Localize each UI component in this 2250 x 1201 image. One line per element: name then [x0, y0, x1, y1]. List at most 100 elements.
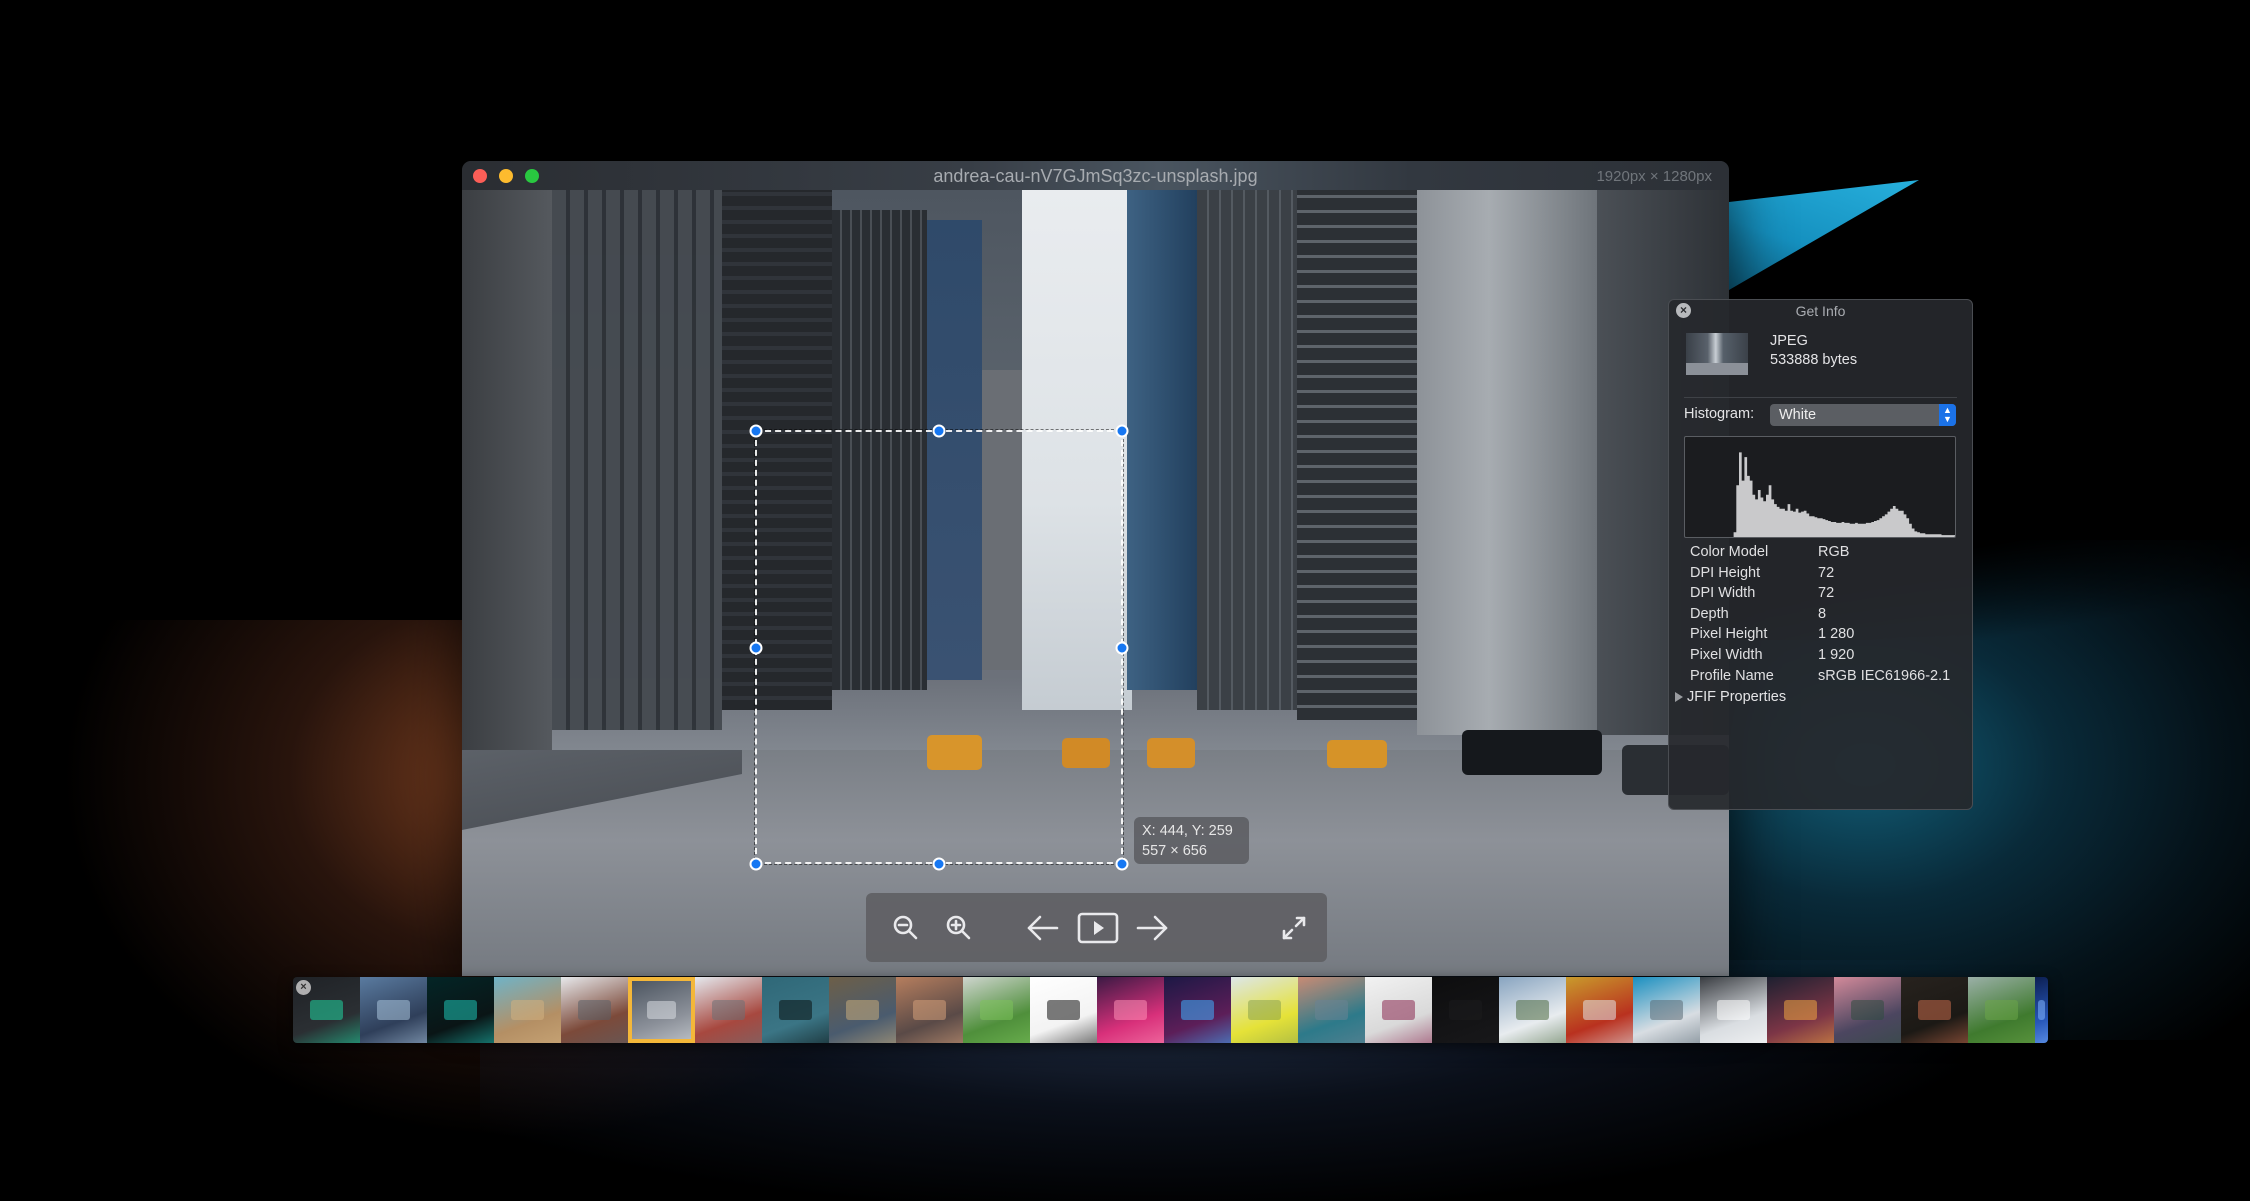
- photo-building: [1197, 190, 1297, 710]
- property-row: Pixel Width 1 920: [1690, 647, 1950, 668]
- thumbnail-detail: [309, 1000, 344, 1020]
- file-size: 533888 bytes: [1770, 352, 1858, 368]
- arrow-right-icon: [1136, 915, 1168, 940]
- thumbnail-black-lines[interactable]: [1030, 977, 1097, 1043]
- properties-table: Color Model RGB DPI Height 72 DPI Width 72 Dep…: [1690, 544, 1950, 688]
- property-value: RGB: [1818, 544, 1850, 560]
- play-icon: [1077, 912, 1119, 943]
- selection-handle-bottom-middle[interactable]: [932, 857, 946, 871]
- thumbnail-detail: [1046, 1000, 1081, 1020]
- property-key: Pixel Width: [1690, 646, 1763, 663]
- image-canvas[interactable]: X: 444, Y: 259 557 × 656: [462, 190, 1729, 976]
- thumbnail-desert-rocks[interactable]: [494, 977, 561, 1043]
- thumbnail-detail: [979, 1000, 1014, 1020]
- previous-image-button[interactable]: [1023, 893, 1063, 962]
- selection-handle-top-middle[interactable]: [932, 424, 946, 438]
- property-row: Color Model RGB: [1690, 544, 1950, 565]
- thumbnail-detail: [912, 1000, 947, 1020]
- thumbnail-detail: [711, 1000, 746, 1020]
- fullscreen-button[interactable]: [1276, 893, 1312, 962]
- photo-building: [1417, 190, 1597, 735]
- window-title: andrea-cau-nV7GJmSq3zc-unsplash.jpg: [933, 166, 1258, 186]
- property-key: Color Model: [1690, 544, 1769, 560]
- selection-info-tooltip: X: 444, Y: 259 557 × 656: [1134, 817, 1249, 864]
- selection-handle-top-right[interactable]: [1115, 424, 1129, 438]
- property-key: DPI Width: [1690, 585, 1756, 602]
- photo-taxi: [1147, 738, 1195, 768]
- selection-rectangle[interactable]: [754, 429, 1124, 865]
- selection-handle-bottom-left[interactable]: [749, 857, 763, 871]
- selection-position: X: 444, Y: 259: [1142, 823, 1233, 839]
- thumbnail-manhattan-bridge[interactable]: [561, 977, 628, 1043]
- thumbnail-detail: [443, 1000, 478, 1020]
- thumbnail-green-building[interactable]: [963, 977, 1030, 1043]
- histogram-chart: [1684, 436, 1956, 538]
- thumbnail-autumn-tree[interactable]: [1566, 977, 1633, 1043]
- thumbnail-detail: [1180, 1000, 1215, 1020]
- thumbnail-blue-lights[interactable]: [2035, 977, 2048, 1043]
- thumbnail-phone-laptop[interactable]: [1365, 977, 1432, 1043]
- zoom-out-button[interactable]: [886, 893, 926, 962]
- thumbnail-detail: [1649, 1000, 1684, 1020]
- photo-building: [1127, 190, 1197, 690]
- thumbnail-snow-mountain[interactable]: [1499, 977, 1566, 1043]
- thumbnail-abstract-swirl[interactable]: [829, 977, 896, 1043]
- thumbnail-detail: [1850, 1000, 1885, 1020]
- thumbnail-moraine-lake[interactable]: [1298, 977, 1365, 1043]
- select-arrows-icon: ▲ ▼: [1939, 404, 1956, 426]
- histogram-channel-select[interactable]: White ▲ ▼: [1770, 404, 1956, 426]
- thumbnail-detail: [376, 1000, 411, 1020]
- thumbnail-detail: [1716, 1000, 1751, 1020]
- thumbnail-vessel-building[interactable]: [360, 977, 427, 1043]
- thumbnail-yellow-field[interactable]: [1231, 977, 1298, 1043]
- thumbnail-teal-hexagons[interactable]: [427, 977, 494, 1043]
- thumbnail-tokyo-night[interactable]: [1767, 977, 1834, 1043]
- thumbnail-detail: [646, 1001, 677, 1019]
- zoom-out-icon: [893, 915, 918, 939]
- thumbnail-detail: [1314, 1000, 1349, 1020]
- image-viewer-window: andrea-cau-nV7GJmSq3zc-unsplash.jpg 1920…: [462, 161, 1729, 976]
- jfif-properties-disclosure[interactable]: JFIF Properties: [1675, 689, 1786, 705]
- property-value: sRGB IEC61966-2.1: [1818, 667, 1951, 684]
- histogram-area: [1685, 452, 1955, 537]
- thumbnail-detail: [778, 1000, 813, 1020]
- expand-icon: [1282, 916, 1306, 939]
- photo-car: [1462, 730, 1602, 775]
- selection-size: 557 × 656: [1142, 843, 1207, 859]
- property-value: 1 280: [1818, 626, 1855, 643]
- next-image-button[interactable]: [1132, 893, 1172, 962]
- thumbnail-detail: [1917, 1000, 1952, 1020]
- selection-handle-top-left[interactable]: [749, 424, 763, 438]
- property-value: 72: [1818, 564, 1835, 581]
- arrow-left-icon: [1027, 915, 1059, 940]
- thumbnail-pink-corridor[interactable]: [1097, 977, 1164, 1043]
- thumbnail-copper-sphere[interactable]: [1901, 977, 1968, 1043]
- thumbnail-green-hills[interactable]: [1968, 977, 2035, 1043]
- thumbnail-green-zigzag[interactable]: ×: [293, 977, 360, 1043]
- thumbnail-detail: [1582, 1000, 1617, 1020]
- thumbnail-colorful-houses[interactable]: [695, 977, 762, 1043]
- thumbnail-detail: [1113, 1000, 1148, 1020]
- selection-handle-middle-right[interactable]: [1115, 641, 1129, 655]
- thumbnail-city-street[interactable]: [628, 977, 695, 1043]
- thumbnail-neon-lights[interactable]: [1164, 977, 1231, 1043]
- thumbnail-detail: [1984, 1000, 2019, 1020]
- photo-building: [552, 190, 722, 730]
- title-bar[interactable]: andrea-cau-nV7GJmSq3zc-unsplash.jpg 1920…: [462, 161, 1729, 191]
- selection-handle-bottom-right[interactable]: [1115, 857, 1129, 871]
- property-row: Depth 8: [1690, 606, 1950, 627]
- zoom-in-button[interactable]: [939, 893, 979, 962]
- slideshow-button[interactable]: [1076, 893, 1120, 962]
- thumbnail-remove-icon[interactable]: ×: [296, 980, 311, 995]
- thumbnail-pink-mountains[interactable]: [1834, 977, 1901, 1043]
- selection-handle-middle-left[interactable]: [749, 641, 763, 655]
- thumbnail-strip: ×: [293, 977, 2048, 1043]
- thumbnail-dark[interactable]: [1432, 977, 1499, 1043]
- viewer-toolbar: [866, 893, 1327, 962]
- photo-building: [462, 190, 552, 750]
- property-value: 1 920: [1818, 646, 1855, 663]
- thumbnail-white-star[interactable]: [1700, 977, 1767, 1043]
- thumbnail-blue-building[interactable]: [1633, 977, 1700, 1043]
- thumbnail-mountain-lake[interactable]: [762, 977, 829, 1043]
- thumbnail-city-skyline[interactable]: [896, 977, 963, 1043]
